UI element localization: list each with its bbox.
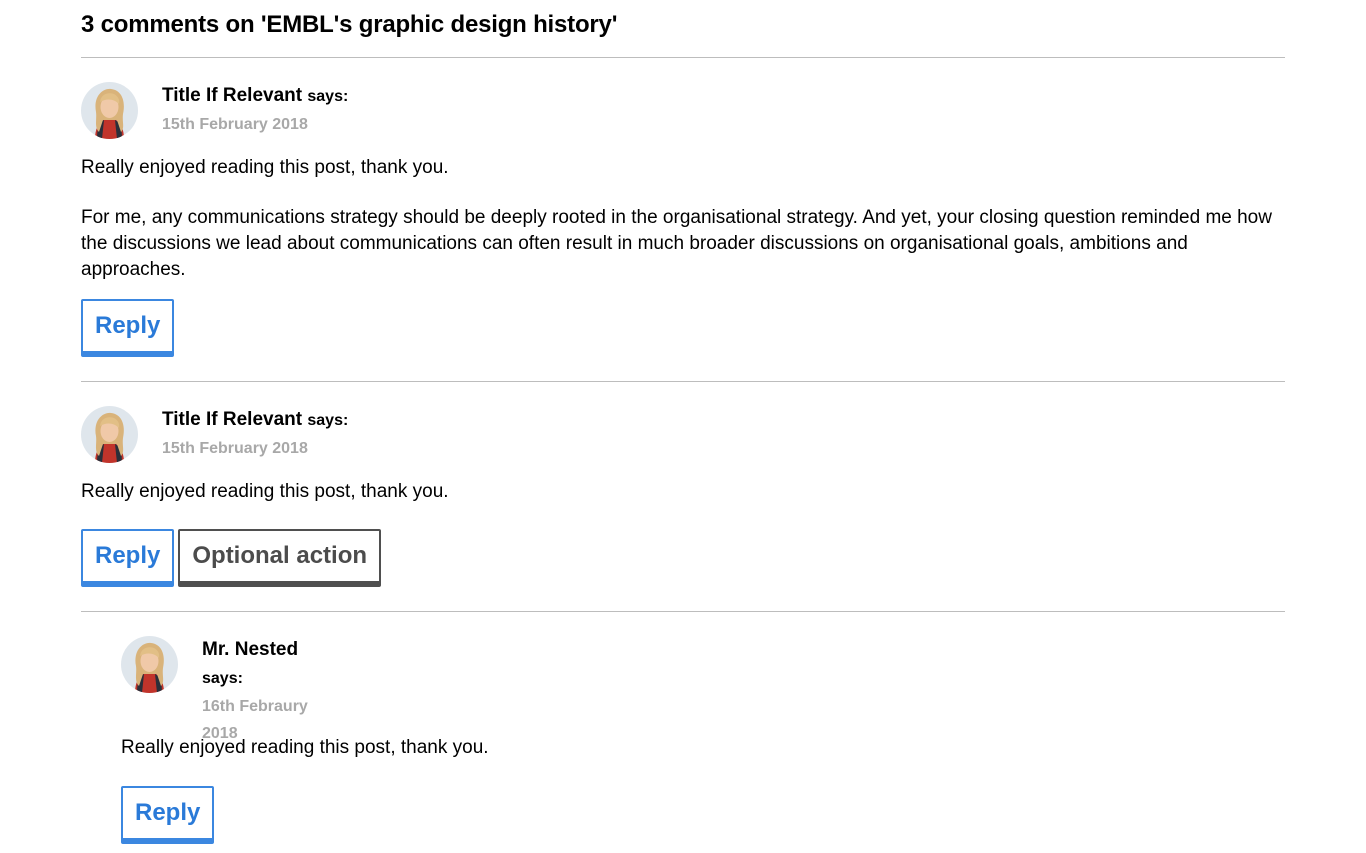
says-label: says: bbox=[307, 412, 349, 429]
comment-actions: Reply bbox=[121, 786, 215, 844]
avatar-photo-icon bbox=[121, 636, 178, 693]
comment-actions: Reply bbox=[81, 299, 175, 357]
comment-date[interactable]: 15th February 2018 bbox=[162, 111, 382, 138]
comments-heading: 3 comments on 'EMBL's graphic design his… bbox=[81, 11, 618, 38]
avatar-photo-icon bbox=[81, 406, 138, 463]
avatar-photo-icon bbox=[81, 82, 138, 139]
comment-author: Title If Relevant bbox=[162, 85, 303, 106]
says-label: says: bbox=[202, 670, 243, 687]
comment-actions: Reply Optional action bbox=[81, 529, 382, 587]
reply-button[interactable]: Reply bbox=[81, 299, 175, 357]
comment-paragraph: For me, any communications strategy shou… bbox=[81, 207, 1272, 280]
comment-paragraph: Really enjoyed reading this post, thank … bbox=[81, 157, 449, 178]
comment-author: Title If Relevant bbox=[162, 409, 303, 430]
comments-section: 3 comments on 'EMBL's graphic design his… bbox=[0, 0, 1366, 853]
avatar[interactable] bbox=[121, 636, 178, 693]
comment-paragraph: Really enjoyed reading this post, thank … bbox=[81, 481, 449, 502]
divider bbox=[81, 611, 1285, 612]
avatar[interactable] bbox=[81, 82, 138, 139]
comment-meta: Mr. Nested says: 16th Febraury 2018 bbox=[202, 636, 342, 747]
comment-body: Really enjoyed reading this post, thank … bbox=[121, 735, 1285, 785]
comment-body: Really enjoyed reading this post, thank … bbox=[81, 479, 1285, 529]
comment-date[interactable]: 15th February 2018 bbox=[162, 435, 382, 462]
optional-action-button[interactable]: Optional action bbox=[178, 529, 382, 587]
avatar[interactable] bbox=[81, 406, 138, 463]
reply-button[interactable]: Reply bbox=[121, 786, 215, 844]
divider bbox=[81, 381, 1285, 382]
comment-author: Mr. Nested bbox=[202, 639, 299, 660]
comment-body: Really enjoyed reading this post, thank … bbox=[81, 155, 1285, 307]
comment-paragraph: Really enjoyed reading this post, thank … bbox=[121, 737, 489, 758]
says-label: says: bbox=[307, 88, 349, 105]
divider bbox=[81, 57, 1285, 58]
reply-button[interactable]: Reply bbox=[81, 529, 175, 587]
comment-meta: Title If Relevant says: 15th February 20… bbox=[162, 406, 382, 462]
comment-meta: Title If Relevant says: 15th February 20… bbox=[162, 82, 382, 138]
